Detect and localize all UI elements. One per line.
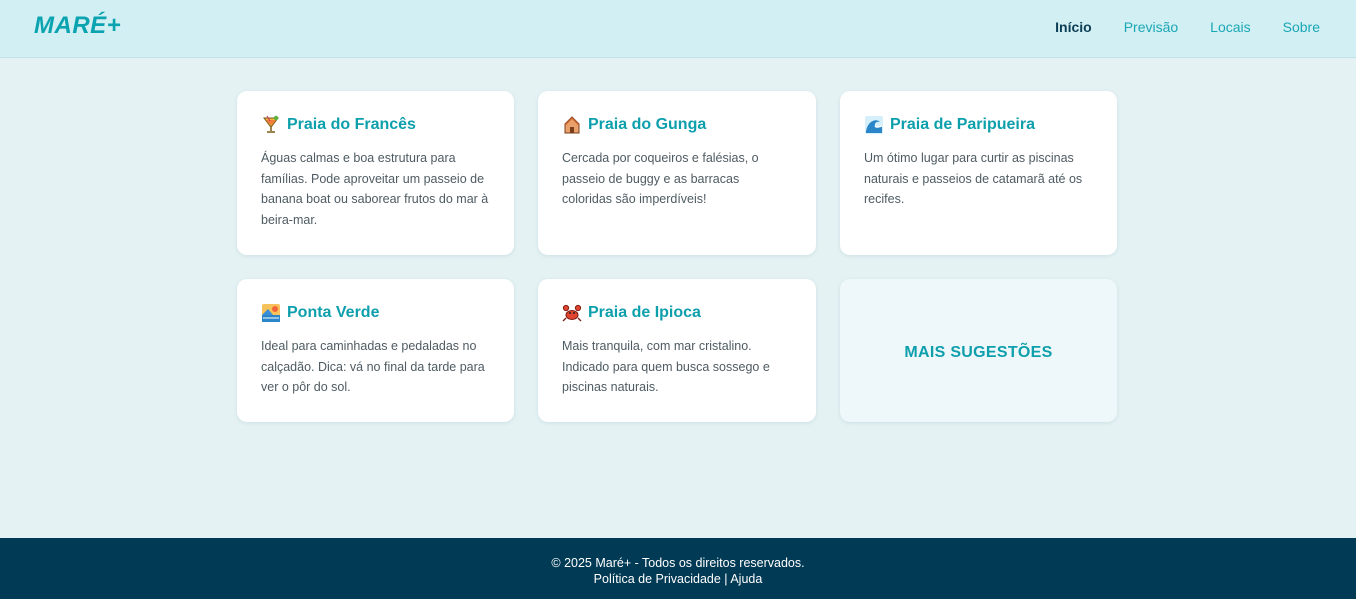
beach-card-description: Ideal para caminhadas e pedaladas no cal… <box>261 339 485 394</box>
site-logo[interactable]: MARÉ+ <box>34 12 121 40</box>
wave-icon <box>865 116 883 134</box>
beach-card-description: Cercada por coqueiros e falésias, o pass… <box>562 151 759 206</box>
footer-separator: | <box>724 572 728 586</box>
beach-card[interactable]: Praia do Gunga Cercada por coqueiros e f… <box>538 91 816 255</box>
beach-card-description: Um ótimo lugar para curtir as piscinas n… <box>864 151 1083 206</box>
beach-card[interactable]: Ponta Verde Ideal para caminhadas e peda… <box>237 279 514 422</box>
nav-link-sobre[interactable]: Sobre <box>1283 19 1320 35</box>
nav-link-locais[interactable]: Locais <box>1210 19 1250 35</box>
beach-card-title[interactable]: Praia de Paripueira <box>890 116 1035 134</box>
site-footer: © 2025 Maré+ - Todos os direitos reserva… <box>0 538 1356 599</box>
beach-card-description: Águas calmas e boa estrutura para famíli… <box>261 151 489 227</box>
beach-card-title[interactable]: Praia de Ipioca <box>588 304 701 322</box>
site-header: MARÉ+ Início Previsão Locais Sobre <box>0 0 1356 58</box>
beach-cards-grid: Praia do Francês Águas calmas e boa estr… <box>237 91 1117 422</box>
crab-icon <box>562 304 582 322</box>
sunset-icon <box>262 304 280 322</box>
help-link[interactable]: Ajuda <box>730 572 762 586</box>
main-nav: Início Previsão Locais Sobre <box>1055 19 1320 35</box>
copyright-text: © 2025 Maré+ - Todos os direitos reserva… <box>551 556 805 570</box>
privacy-policy-link[interactable]: Política de Privacidade <box>594 572 721 586</box>
beach-card-title[interactable]: Praia do Francês <box>287 116 416 134</box>
tropical-drink-icon <box>263 115 279 133</box>
beach-card[interactable]: Praia de Ipioca Mais tranquila, com mar … <box>538 279 816 422</box>
more-suggestions-label: MAIS SUGESTÕES <box>904 343 1053 361</box>
beach-card-description: Mais tranquila, com mar cristalino. Indi… <box>562 339 770 394</box>
nav-link-previsao[interactable]: Previsão <box>1124 19 1178 35</box>
beach-card[interactable]: Praia de Paripueira Um ótimo lugar para … <box>840 91 1117 255</box>
more-suggestions-button[interactable]: MAIS SUGESTÕES <box>840 279 1117 422</box>
beach-card-title[interactable]: Praia do Gunga <box>588 116 706 134</box>
nav-link-inicio[interactable]: Início <box>1055 19 1092 35</box>
beach-card-title[interactable]: Ponta Verde <box>287 304 379 322</box>
beach-card[interactable]: Praia do Francês Águas calmas e boa estr… <box>237 91 514 255</box>
hut-icon <box>564 116 580 134</box>
